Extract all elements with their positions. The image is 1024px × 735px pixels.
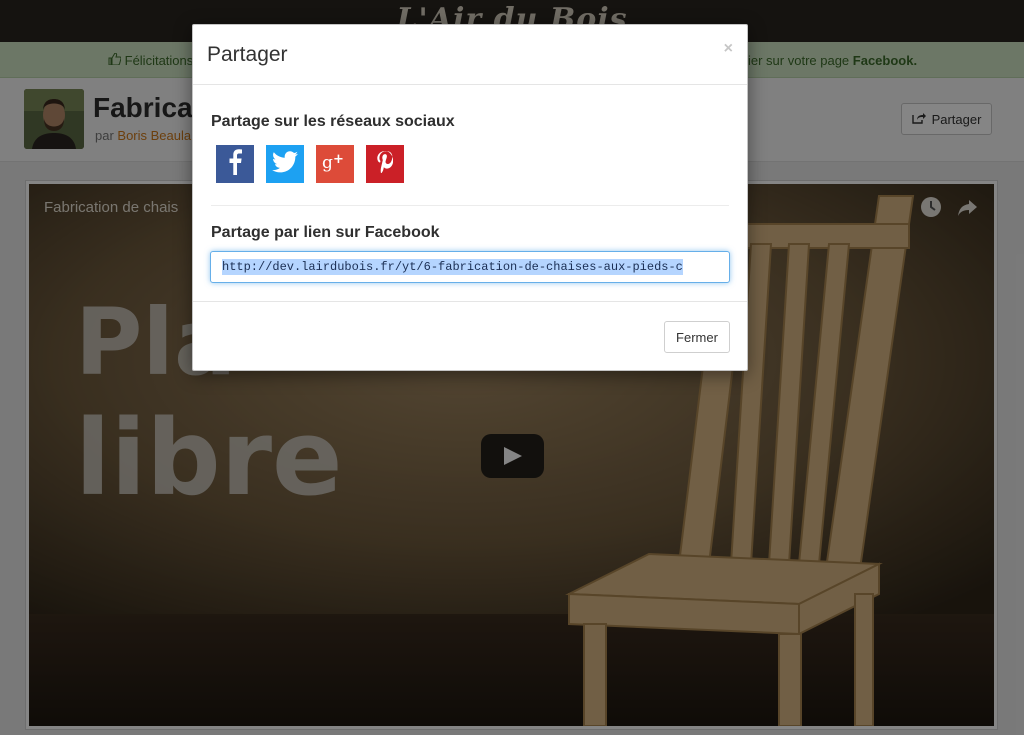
section-divider (211, 205, 729, 206)
modal-title: Partager (207, 43, 288, 66)
modal-header: Partager × (193, 25, 747, 85)
facebook-icon (228, 148, 242, 180)
social-share-heading: Partage sur les réseaux sociaux (211, 113, 455, 130)
pinterest-share-button[interactable] (366, 145, 404, 183)
modal-footer-divider (193, 301, 747, 302)
share-link-value[interactable]: http://dev.lairdubois.fr/yt/6-fabricatio… (222, 259, 683, 275)
twitter-icon (272, 150, 298, 178)
social-buttons: g + (216, 145, 404, 183)
svg-text:+: + (333, 152, 344, 167)
share-link-input[interactable]: http://dev.lairdubois.fr/yt/6-fabricatio… (210, 251, 730, 283)
svg-text:g: g (322, 153, 333, 172)
google-plus-icon: g + (322, 152, 348, 177)
facebook-share-button[interactable] (216, 145, 254, 183)
share-modal: Partager × Partage sur les réseaux socia… (192, 24, 748, 371)
pinterest-icon (377, 150, 394, 178)
link-share-heading: Partage par lien sur Facebook (211, 224, 440, 241)
google-plus-share-button[interactable]: g + (316, 145, 354, 183)
close-button[interactable]: Fermer (664, 321, 730, 353)
twitter-share-button[interactable] (266, 145, 304, 183)
close-icon[interactable]: × (724, 40, 733, 58)
